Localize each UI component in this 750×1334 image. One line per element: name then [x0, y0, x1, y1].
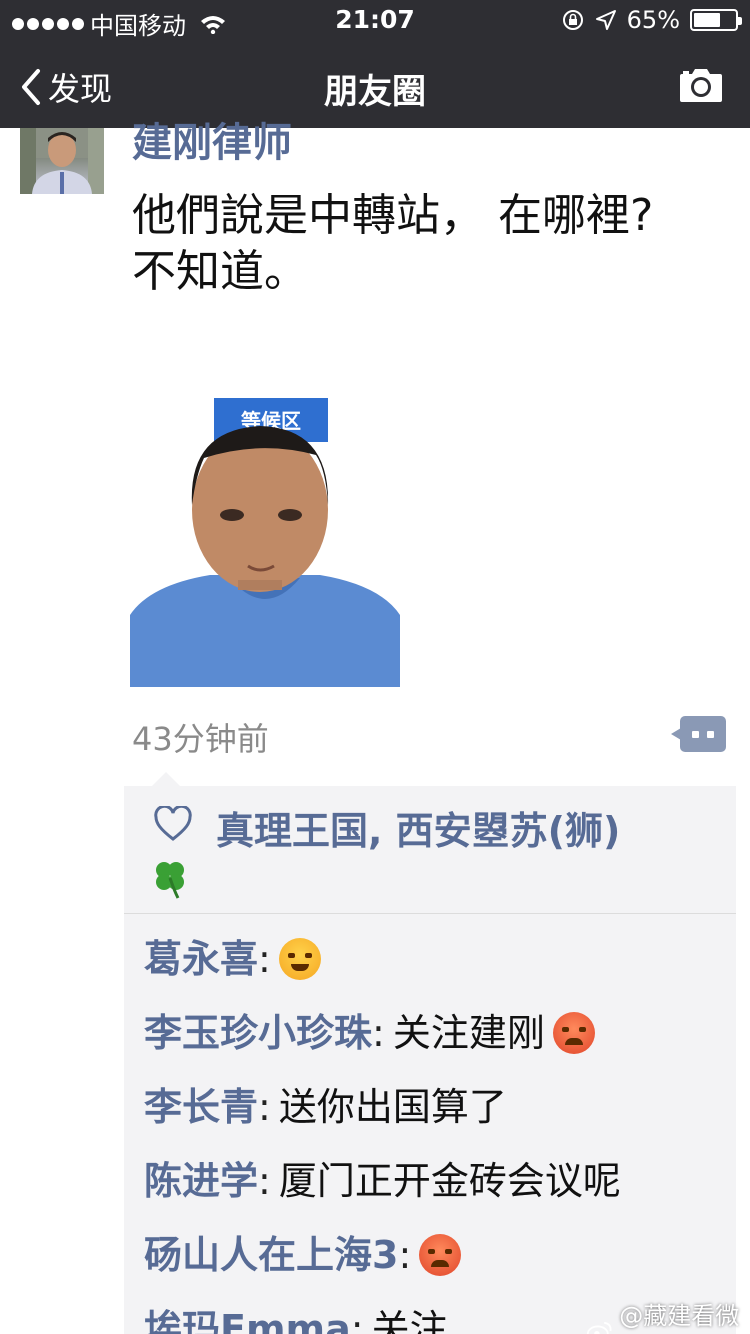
- watermark-text: @藏建看微博: [619, 1302, 740, 1330]
- comment-author[interactable]: 砀山人在上海3: [144, 1218, 398, 1292]
- comment-text: 关注建刚: [392, 1011, 545, 1055]
- angry-emoji-icon: [552, 1012, 595, 1054]
- clover-icon: [156, 862, 184, 899]
- avatar-photo: [20, 128, 104, 194]
- camera-icon[interactable]: [678, 66, 724, 104]
- comment-author[interactable]: 葛永喜: [144, 922, 258, 996]
- comment-separator: :: [350, 1307, 364, 1334]
- likes-section: 真理王国, 西安曌苏(狮): [124, 786, 736, 914]
- comment-separator: :: [372, 1011, 385, 1055]
- comment-separator: :: [258, 1085, 271, 1129]
- comment-text: 关注: [371, 1307, 448, 1334]
- post-photo[interactable]: 等候区: [130, 330, 400, 687]
- dot-icon: [707, 731, 714, 738]
- comment-item[interactable]: 李长青 : 送你出国算了: [144, 1070, 734, 1144]
- weibo-logo-icon: [586, 1321, 612, 1334]
- avatar[interactable]: [20, 128, 104, 194]
- comment-author[interactable]: 李玉珍小珍珠: [144, 996, 372, 1070]
- comment-author[interactable]: 埃玛Emma: [144, 1292, 351, 1334]
- comment-item[interactable]: 陈进学 : 厦门正开金砖会议呢: [144, 1144, 734, 1218]
- battery-level: [694, 13, 720, 27]
- comment-button[interactable]: [671, 716, 726, 752]
- heart-icon: [154, 806, 192, 841]
- rotation-lock-icon: [562, 10, 583, 30]
- status-bar: 中国移动 21:07 65%: [0, 0, 750, 40]
- comment-item[interactable]: 葛永喜 :: [144, 922, 734, 996]
- comment-separator: :: [258, 1159, 271, 1203]
- battery-percent: 65%: [626, 6, 680, 34]
- battery-icon: [690, 9, 742, 31]
- dot-icon: [692, 731, 699, 738]
- status-right: 65%: [561, 6, 742, 34]
- post-text-line: 他們說是中轉站， 在哪裡?: [132, 190, 654, 241]
- comment-item[interactable]: 李玉珍小珍珠 : 关注建刚: [144, 996, 734, 1070]
- post-text: 他們說是中轉站， 在哪裡? 不知道。: [132, 188, 732, 300]
- interaction-panel: 真理王国, 西安曌苏(狮) 葛永喜 : 李玉珍小珍珠 : 关注建刚 李长青 : …: [124, 772, 736, 1334]
- post-timestamp: 43分钟前: [132, 720, 269, 758]
- comment-author[interactable]: 李长青: [144, 1070, 258, 1144]
- comment-item[interactable]: 砀山人在上海3 :: [144, 1218, 734, 1292]
- page-title: 朋友圈: [324, 72, 426, 112]
- watermark: @藏建看微博: [586, 1296, 750, 1334]
- post-author[interactable]: 建刚律师: [132, 110, 292, 168]
- selfie-image: 等候区: [130, 330, 400, 687]
- laughing-crying-emoji-icon: [278, 938, 321, 980]
- comment-text: 送你出国算了: [278, 1085, 507, 1129]
- comments-list: 葛永喜 : 李玉珍小珍珠 : 关注建刚 李长青 : 送你出国算了 陈进学 : 厦…: [144, 922, 734, 1334]
- angry-emoji-icon: [419, 1234, 462, 1276]
- nav-bar: 发现 朋友圈: [0, 40, 750, 128]
- comment-separator: :: [398, 1233, 412, 1277]
- location-arrow-icon: [595, 10, 616, 30]
- comment-separator: :: [258, 937, 271, 981]
- post-text-line: 不知道。: [132, 246, 308, 297]
- comment-text: 厦门正开金砖会议呢: [278, 1159, 621, 1203]
- likes-names[interactable]: 真理王国, 西安曌苏(狮): [216, 800, 620, 855]
- comment-author[interactable]: 陈进学: [144, 1144, 258, 1218]
